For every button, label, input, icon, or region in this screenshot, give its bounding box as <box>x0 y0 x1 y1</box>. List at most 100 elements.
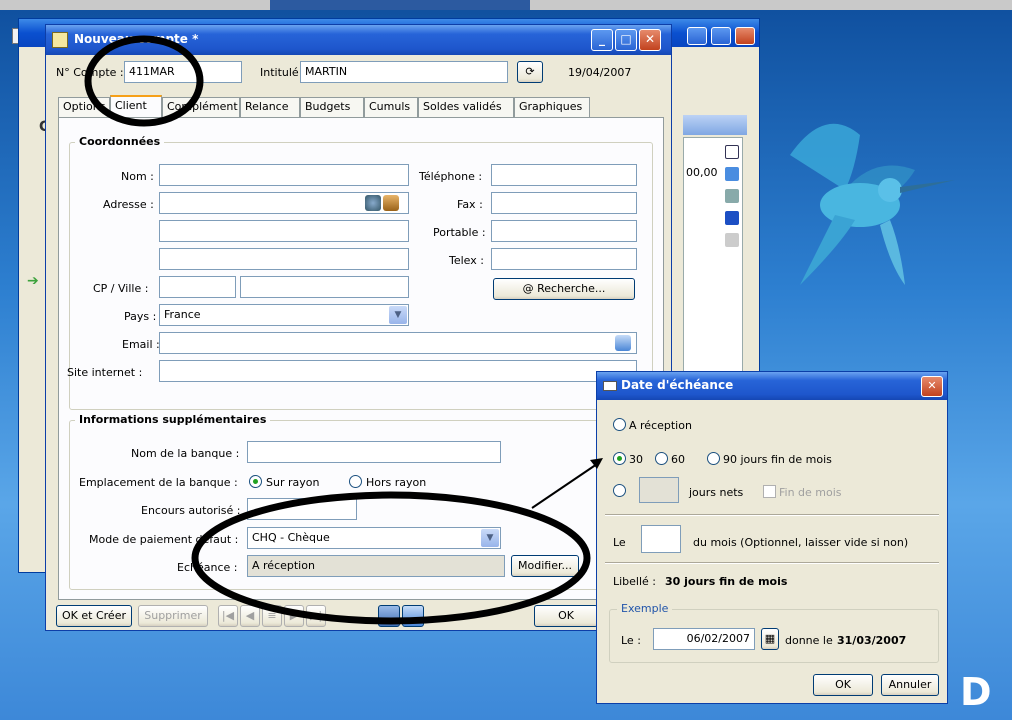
tab-graphiques[interactable]: Graphiques <box>514 97 590 117</box>
nouveau-compte-window: Nouveau compte * _ □ ✕ N° Compte : 411MA… <box>45 24 672 631</box>
email-field[interactable] <box>159 332 637 354</box>
tab-options[interactable]: Options <box>58 97 110 117</box>
separator <box>605 514 939 516</box>
mode-paiement-select[interactable]: CHQ - Chèque ▼ <box>247 527 501 549</box>
tab-relance[interactable]: Relance <box>240 97 300 117</box>
jours-nets-radio[interactable] <box>613 484 626 497</box>
window-title: Nouveau compte * <box>74 32 199 46</box>
tab-cumuls[interactable]: Cumuls <box>364 97 418 117</box>
jour-du-mois-field[interactable] <box>641 525 681 553</box>
compte-field[interactable]: 411MAR <box>124 61 242 83</box>
sur-rayon-label: Sur rayon <box>266 476 320 489</box>
minimize-button[interactable]: _ <box>591 29 613 51</box>
pays-value: France <box>164 308 201 321</box>
adresse-line3-field[interactable] <box>159 248 409 270</box>
back-panel-header <box>683 115 747 135</box>
pays-select[interactable]: France ▼ <box>159 304 409 326</box>
dialog-close-button[interactable]: ✕ <box>921 376 943 397</box>
opt-30-radio[interactable] <box>613 452 626 465</box>
echeance-field: A réception <box>247 555 505 577</box>
pays-label: Pays : <box>124 310 157 323</box>
exemple-title: Exemple <box>617 602 673 615</box>
portable-field[interactable] <box>491 220 637 242</box>
dialog-ok-button[interactable]: OK <box>813 674 873 696</box>
fin-de-mois-checkbox[interactable] <box>763 485 776 498</box>
search-icon[interactable] <box>378 605 400 627</box>
address-book-icon[interactable] <box>383 195 399 211</box>
back-maximize-button[interactable] <box>711 27 731 45</box>
bottom-toolbar: OK et Créer Supprimer |◀ ◀ ≡ ▶ ▶| OK <box>56 605 666 627</box>
opt-90-label: 90 jours fin de mois <box>723 453 832 466</box>
sur-rayon-radio[interactable] <box>249 475 262 488</box>
telex-field[interactable] <box>491 248 637 270</box>
jours-nets-field[interactable] <box>639 477 679 503</box>
telephone-label: Téléphone : <box>419 170 483 183</box>
play-icon[interactable] <box>725 211 739 225</box>
taskbar-strip <box>270 0 530 10</box>
libelle-value: 30 jours fin de mois <box>665 575 788 588</box>
a-reception-radio[interactable] <box>613 418 626 431</box>
hors-rayon-radio[interactable] <box>349 475 362 488</box>
globe-icon[interactable] <box>365 195 381 211</box>
emplacement-label: Emplacement de la banque : <box>79 476 238 489</box>
chevron-down-icon[interactable]: ▼ <box>481 529 499 547</box>
last-record-button[interactable]: ▶| <box>306 605 326 627</box>
tab-soldes-valides[interactable]: Soldes validés <box>418 97 514 117</box>
nom-field[interactable] <box>159 164 409 186</box>
tool-icon[interactable] <box>725 167 739 181</box>
telephone-field[interactable] <box>491 164 637 186</box>
tab-budgets[interactable]: Budgets <box>300 97 364 117</box>
intitule-edit-button[interactable]: ⟳ <box>517 61 543 83</box>
send-email-icon[interactable] <box>615 335 631 351</box>
echeance-label: Echéance : <box>177 561 238 574</box>
du-mois-text: du mois (Optionnel, laisser vide si non) <box>693 536 909 549</box>
list-icon[interactable]: ≡ <box>262 605 282 627</box>
next-record-button[interactable]: ▶ <box>284 605 304 627</box>
tab-complement[interactable]: Complément <box>162 97 240 117</box>
back-minimize-button[interactable] <box>687 27 707 45</box>
calendar-icon[interactable]: ▦ <box>761 628 779 650</box>
site-label: Site internet : <box>67 366 143 379</box>
opt-60-radio[interactable] <box>655 452 668 465</box>
adresse-line2-field[interactable] <box>159 220 409 242</box>
fax-label: Fax : <box>457 198 483 211</box>
hors-rayon-label: Hors rayon <box>366 476 427 489</box>
printer-icon[interactable] <box>725 189 739 203</box>
fin-de-mois-label: Fin de mois <box>779 486 842 499</box>
tab-client[interactable]: Client <box>110 95 162 118</box>
coordonnees-title: Coordonnées <box>75 135 165 148</box>
ville-field[interactable] <box>240 276 409 298</box>
exemple-date-field[interactable]: 06/02/2007 <box>653 628 755 650</box>
banque-field[interactable] <box>247 441 501 463</box>
back-close-button[interactable] <box>735 27 755 45</box>
maximize-button[interactable]: □ <box>615 29 637 51</box>
close-button[interactable]: ✕ <box>639 29 661 51</box>
ok-button[interactable]: OK <box>534 605 598 627</box>
supprimer-button[interactable]: Supprimer <box>138 605 208 627</box>
result-date: 31/03/2007 <box>837 634 907 647</box>
encours-label: Encours autorisé : <box>141 504 241 517</box>
libelle-label: Libellé : <box>613 575 657 588</box>
intitule-field[interactable]: MARTIN <box>300 61 508 83</box>
opt-30-label: 30 <box>629 453 643 466</box>
ok-et-creer-button[interactable]: OK et Créer <box>56 605 132 627</box>
chevron-down-icon[interactable]: ▼ <box>389 306 407 324</box>
arrow-icon: ➔ <box>27 273 39 289</box>
dialog-annuler-button[interactable]: Annuler <box>881 674 939 696</box>
encours-field[interactable] <box>247 498 357 520</box>
donne-le-label: donne le <box>785 634 833 647</box>
opt-90-radio[interactable] <box>707 452 720 465</box>
cp-field[interactable] <box>159 276 236 298</box>
recherche-button[interactable]: @ Recherche... <box>493 278 635 300</box>
prev-record-button[interactable]: ◀ <box>240 605 260 627</box>
first-record-button[interactable]: |◀ <box>218 605 238 627</box>
desktop-top-bar <box>0 0 1012 10</box>
adresse-label: Adresse : <box>103 198 154 211</box>
page-icon[interactable] <box>725 145 739 159</box>
up-icon[interactable] <box>725 233 739 247</box>
portable-label: Portable : <box>433 226 486 239</box>
fax-field[interactable] <box>491 192 637 214</box>
site-field[interactable] <box>159 360 637 382</box>
modifier-button[interactable]: Modifier... <box>511 555 579 577</box>
print-icon[interactable] <box>402 605 424 627</box>
